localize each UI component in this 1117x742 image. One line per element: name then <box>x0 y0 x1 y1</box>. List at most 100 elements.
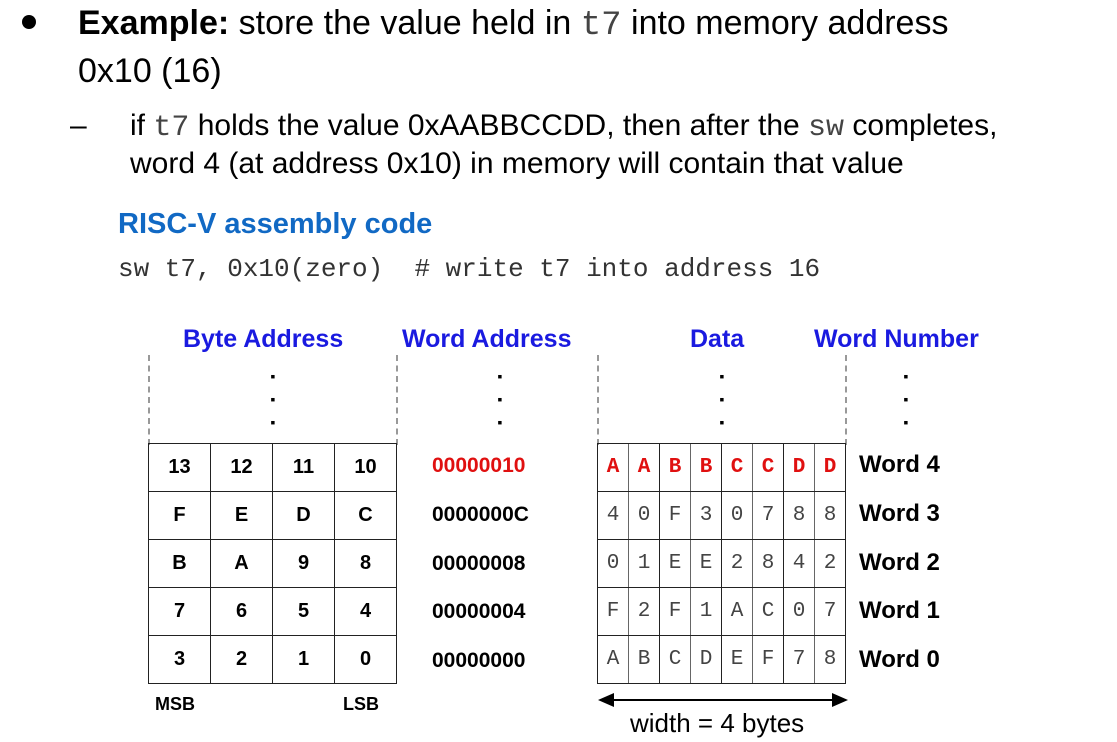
word-number-label: Word 0 <box>859 646 940 673</box>
data-byte: F1 <box>660 588 721 635</box>
data-byte: 01 <box>598 540 659 587</box>
guide-line-byte-right <box>396 355 398 445</box>
hex-digit: 1 <box>699 600 713 623</box>
data-byte: F2 <box>598 588 659 635</box>
byte-cell: 13 <box>148 443 211 492</box>
byte-cell: F <box>148 491 211 540</box>
word-number-label: Word 3 <box>859 500 940 527</box>
data-byte: AB <box>598 636 659 683</box>
byte-cell: 3 <box>148 635 211 684</box>
word-number-label: Word 2 <box>859 549 940 576</box>
byte-cell: 9 <box>272 539 335 588</box>
word-address-value: 00000004 <box>432 600 526 623</box>
word-address-value: 0000000C <box>432 503 529 526</box>
data-byte: EF <box>722 636 783 683</box>
data-byte: 07 <box>784 588 845 635</box>
hex-digit: F <box>660 492 691 539</box>
hex-digit: 8 <box>784 492 815 539</box>
sub-register-t7: t7 <box>153 111 190 145</box>
guide-line-data-right <box>845 355 847 445</box>
hex-digit: F <box>660 588 691 635</box>
byte-row: F E D C <box>148 491 397 540</box>
hex-digit: 2 <box>823 552 837 575</box>
header-byte-address: Byte Address <box>183 325 344 353</box>
bullet-point-icon <box>22 15 36 29</box>
hex-digit: 8 <box>823 504 837 527</box>
data-byte: 40 <box>598 492 659 539</box>
bullet-line-1: Example: store the value held in t7 into… <box>78 0 948 49</box>
width-label: width = 4 bytes <box>630 708 805 738</box>
double-arrow-icon <box>598 693 848 707</box>
byte-row: 7 6 5 4 <box>148 587 397 636</box>
hex-digit: 7 <box>761 504 775 527</box>
byte-cell: 11 <box>272 443 335 492</box>
sub-text-b: holds the value 0xAABBCCDD, then after t… <box>189 109 809 142</box>
data-byte: 88 <box>784 492 845 539</box>
hex-digit: 4 <box>784 540 815 587</box>
byte-cell: A <box>210 539 273 588</box>
code-title: RISC-V assembly code <box>118 208 433 240</box>
hex-digit: 8 <box>761 552 775 575</box>
bullet-text-b: into memory address <box>621 4 949 42</box>
hex-digit: 0 <box>722 492 753 539</box>
guide-line-left <box>148 355 150 445</box>
hex-digit: 7 <box>784 636 815 683</box>
byte-cell: C <box>334 491 397 540</box>
data-byte: EE <box>660 540 721 587</box>
hex-digit: E <box>722 636 753 683</box>
code-line: sw t7, 0x10(zero) # write t7 into addres… <box>118 254 821 284</box>
sub-bullet-dash: – <box>70 109 87 142</box>
hex-digit: C <box>660 636 691 683</box>
register-t7: t7 <box>580 7 622 45</box>
data-row: F2 F1 AC 07 <box>597 587 846 636</box>
byte-cell: 10 <box>334 443 397 492</box>
guide-line-data-left <box>597 355 599 445</box>
ellipsis-icon: ▪ ▪ ▪ <box>270 368 276 430</box>
byte-cell: B <box>148 539 211 588</box>
hex-digit: B <box>699 456 713 479</box>
byte-cell: D <box>272 491 335 540</box>
ellipsis-icon: ▪ ▪ ▪ <box>497 368 503 430</box>
byte-address-grid: 13 12 11 10 F E D C B A 9 8 7 6 5 4 3 2 … <box>148 443 397 684</box>
hex-digit: F <box>598 588 629 635</box>
data-byte: DD <box>784 444 845 491</box>
hex-digit: E <box>660 540 691 587</box>
word-address-value: 00000000 <box>432 649 526 672</box>
word-number-label: Word 4 <box>859 451 940 478</box>
sub-instr-sw: sw <box>808 111 845 145</box>
hex-digit: 0 <box>598 540 629 587</box>
hex-digit: F <box>761 648 775 671</box>
sub-bullet-line-1: if t7 holds the value 0xAABBCCDD, then a… <box>130 106 997 148</box>
data-row: AB CD EF 78 <box>597 635 846 684</box>
lsb-label: LSB <box>343 694 379 714</box>
hex-digit: 2 <box>722 540 753 587</box>
header-word-number: Word Number <box>814 325 979 353</box>
word-address-value: 00000010 <box>432 454 526 477</box>
bullet-line-2: 0x10 (16) <box>78 52 222 90</box>
hex-digit: C <box>761 600 775 623</box>
data-byte: 78 <box>784 636 845 683</box>
data-byte: AA <box>598 444 659 491</box>
hex-digit: 1 <box>637 552 651 575</box>
byte-row: B A 9 8 <box>148 539 397 588</box>
hex-digit: C <box>761 456 775 479</box>
hex-digit: 7 <box>823 600 837 623</box>
hex-digit: A <box>637 456 651 479</box>
data-byte: 42 <box>784 540 845 587</box>
data-byte: BB <box>660 444 721 491</box>
hex-digit: 0 <box>784 588 815 635</box>
byte-row: 13 12 11 10 <box>148 443 397 492</box>
byte-cell: 1 <box>272 635 335 684</box>
header-word-address: Word Address <box>402 325 572 353</box>
data-byte: CC <box>722 444 783 491</box>
byte-cell: E <box>210 491 273 540</box>
data-byte: 07 <box>722 492 783 539</box>
byte-cell: 2 <box>210 635 273 684</box>
byte-cell: 0 <box>334 635 397 684</box>
data-byte: AC <box>722 588 783 635</box>
byte-row: 3 2 1 0 <box>148 635 397 684</box>
msb-label: MSB <box>155 694 195 714</box>
word-number-label: Word 1 <box>859 597 940 624</box>
sub-text-a: if <box>130 109 154 142</box>
hex-digit: E <box>699 552 713 575</box>
